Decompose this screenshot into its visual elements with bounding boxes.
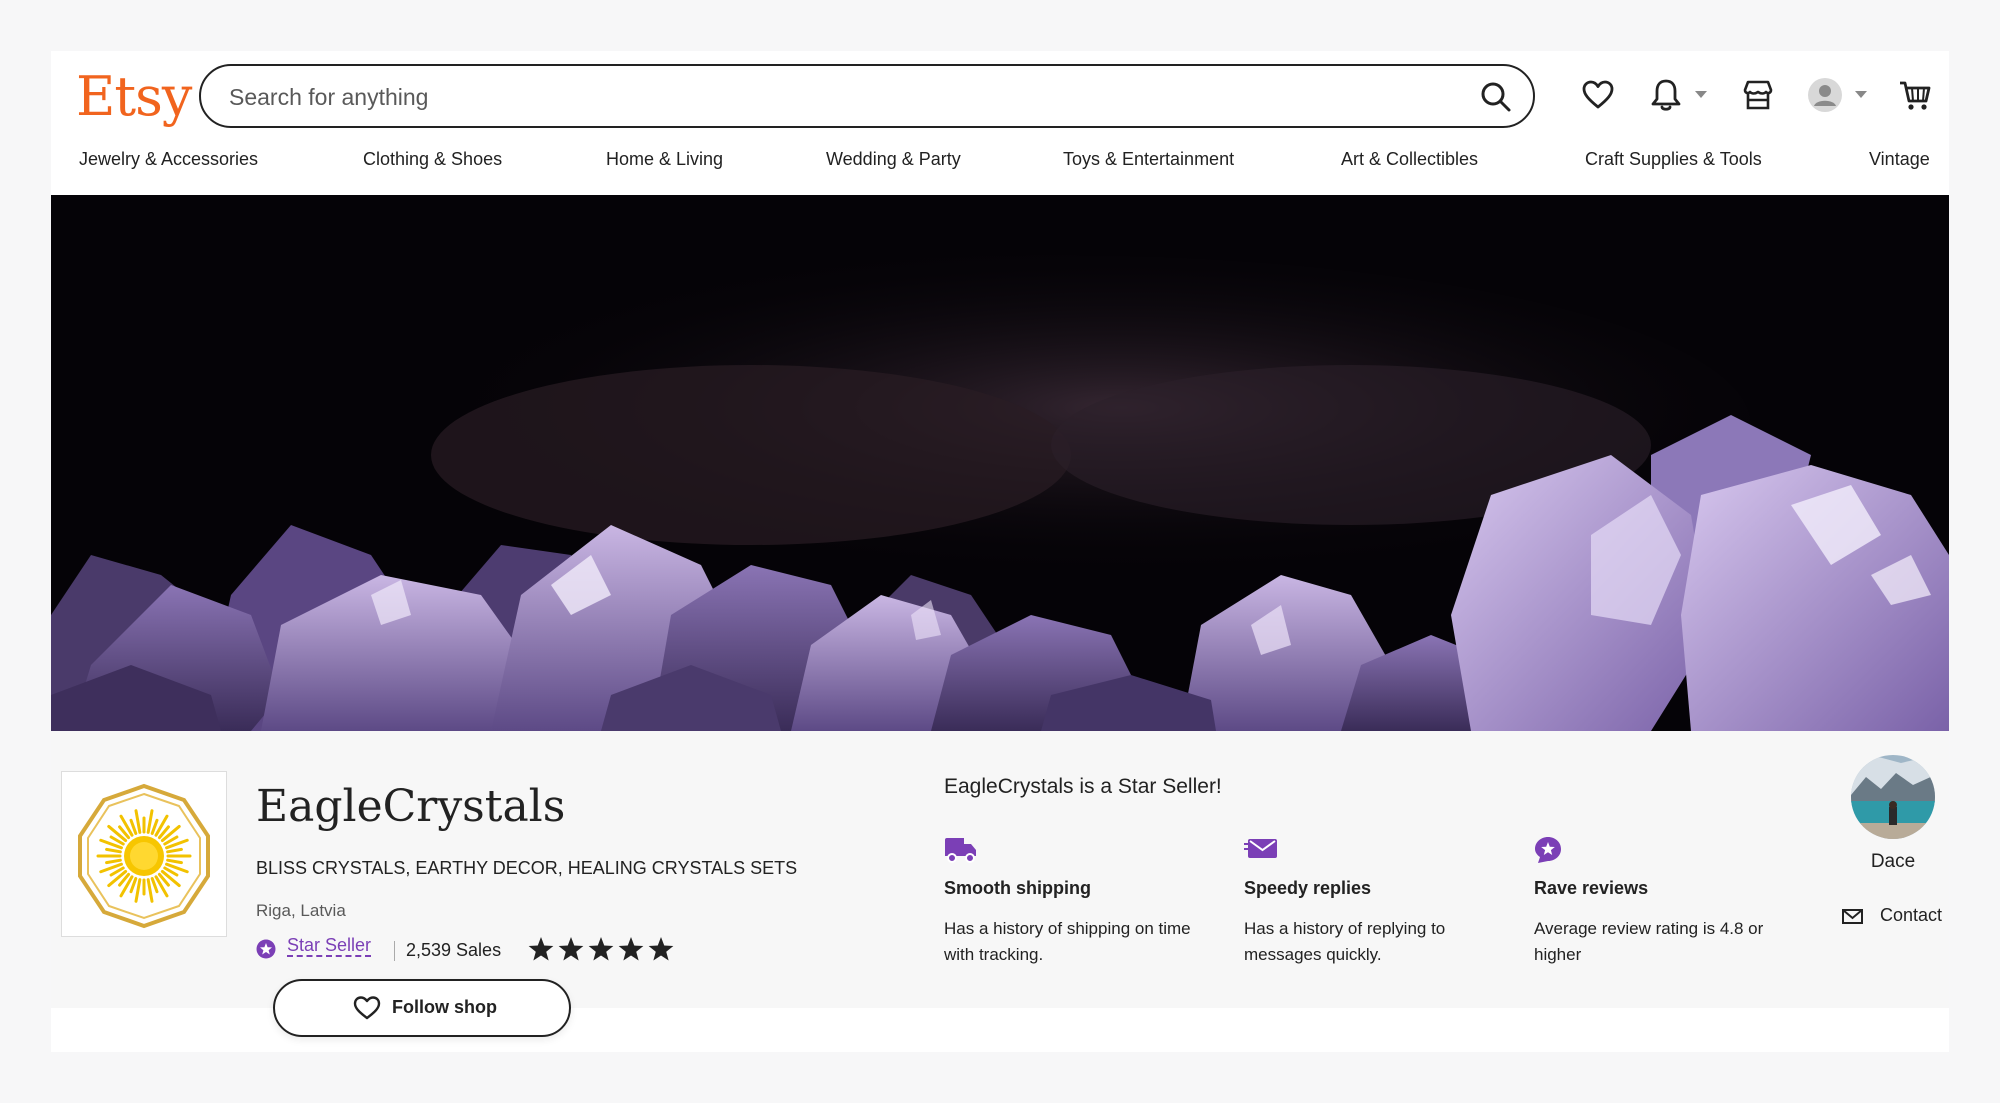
nav-art-collectibles[interactable]: Art & Collectibles [1341, 149, 1478, 170]
follow-shop-label: Follow shop [392, 997, 497, 1017]
heart-icon [1582, 80, 1614, 109]
rating-star-icon [528, 937, 554, 961]
rating-star-icon [648, 937, 674, 961]
owner-name: Dace [1870, 851, 1916, 872]
etsy-logo[interactable]: Etsy [76, 65, 192, 128]
contact-label: Contact [1880, 905, 1943, 925]
star-seller-link[interactable]: Star Seller [287, 935, 372, 957]
nav-jewelry-accessories[interactable]: Jewelry & Accessories [79, 149, 258, 170]
shop-manager-button[interactable] [1740, 77, 1776, 113]
search-button[interactable] [1479, 80, 1513, 114]
favorites-button[interactable] [1580, 77, 1616, 113]
owner-photo [1851, 755, 1935, 839]
notifications-button[interactable] [1648, 77, 1684, 113]
chevron-down-icon [1855, 91, 1867, 98]
cart-icon [1900, 81, 1931, 110]
review-star-icon [1535, 837, 1561, 863]
category-nav: Jewelry & Accessories Clothing & Shoes H… [51, 149, 1949, 189]
avatar-icon [1808, 78, 1842, 112]
rating-star-icon [558, 937, 584, 961]
sun-logo-icon [78, 783, 210, 929]
site-header: Etsy Search for anything Jewelry & Acces… [51, 51, 1949, 195]
rating-star-icon [618, 937, 644, 961]
mail-icon [1842, 909, 1863, 924]
perk-title: Speedy replies [1244, 878, 1372, 898]
nav-clothing-shoes[interactable]: Clothing & Shoes [363, 149, 502, 170]
rating-star-icon [588, 937, 614, 961]
perk-title: Smooth shipping [944, 878, 1091, 898]
search-icon [1481, 82, 1511, 112]
shipping-truck-icon [945, 838, 976, 863]
search-input[interactable] [227, 66, 1431, 128]
perk-description: Has a history of replying to messages qu… [1244, 919, 1446, 964]
nav-craft-supplies-tools[interactable]: Craft Supplies & Tools [1585, 149, 1762, 170]
chevron-down-icon [1695, 91, 1707, 98]
meta-divider [394, 941, 395, 961]
page-frame: Etsy Search for anything Jewelry & Acces… [51, 51, 1949, 1052]
nav-vintage[interactable]: Vintage [1869, 149, 1930, 170]
heart-icon [353, 996, 381, 1020]
rating-stars[interactable] [526, 935, 686, 965]
cart-button[interactable] [1897, 77, 1933, 113]
shop-info-section: EagleCrystals BLISS CRYSTALS, EARTHY DEC… [51, 731, 1949, 1037]
nav-home-living[interactable]: Home & Living [606, 149, 723, 170]
star-seller-badge-icon [256, 939, 276, 959]
shop-tagline: BLISS CRYSTALS, EARTHY DECOR, HEALING CR… [256, 858, 798, 878]
shop-banner-image [51, 195, 1949, 731]
shop-name: EagleCrystals [256, 781, 566, 832]
owner-avatar[interactable] [1851, 755, 1935, 839]
search-bar [199, 64, 1535, 128]
perk-title: Rave reviews [1534, 878, 1649, 898]
nav-toys-entertainment[interactable]: Toys & Entertainment [1063, 149, 1234, 170]
shop-logo[interactable] [61, 771, 227, 937]
shop-icon [1743, 80, 1773, 110]
account-button[interactable] [1807, 77, 1843, 113]
shop-location: Riga, Latvia [256, 901, 346, 920]
star-seller-heading: EagleCrystals is a Star Seller! [944, 775, 1222, 798]
perk-description: Has a history of shipping on time with t… [944, 919, 1191, 964]
envelope-icon [1244, 839, 1277, 858]
perk-description: Average review rating is 4.8 or higher [1534, 919, 1764, 964]
sales-count: 2,539 Sales [406, 940, 502, 960]
bell-icon [1651, 79, 1681, 111]
nav-wedding-party[interactable]: Wedding & Party [826, 149, 961, 170]
follow-shop-button[interactable]: Follow shop [273, 979, 571, 1037]
